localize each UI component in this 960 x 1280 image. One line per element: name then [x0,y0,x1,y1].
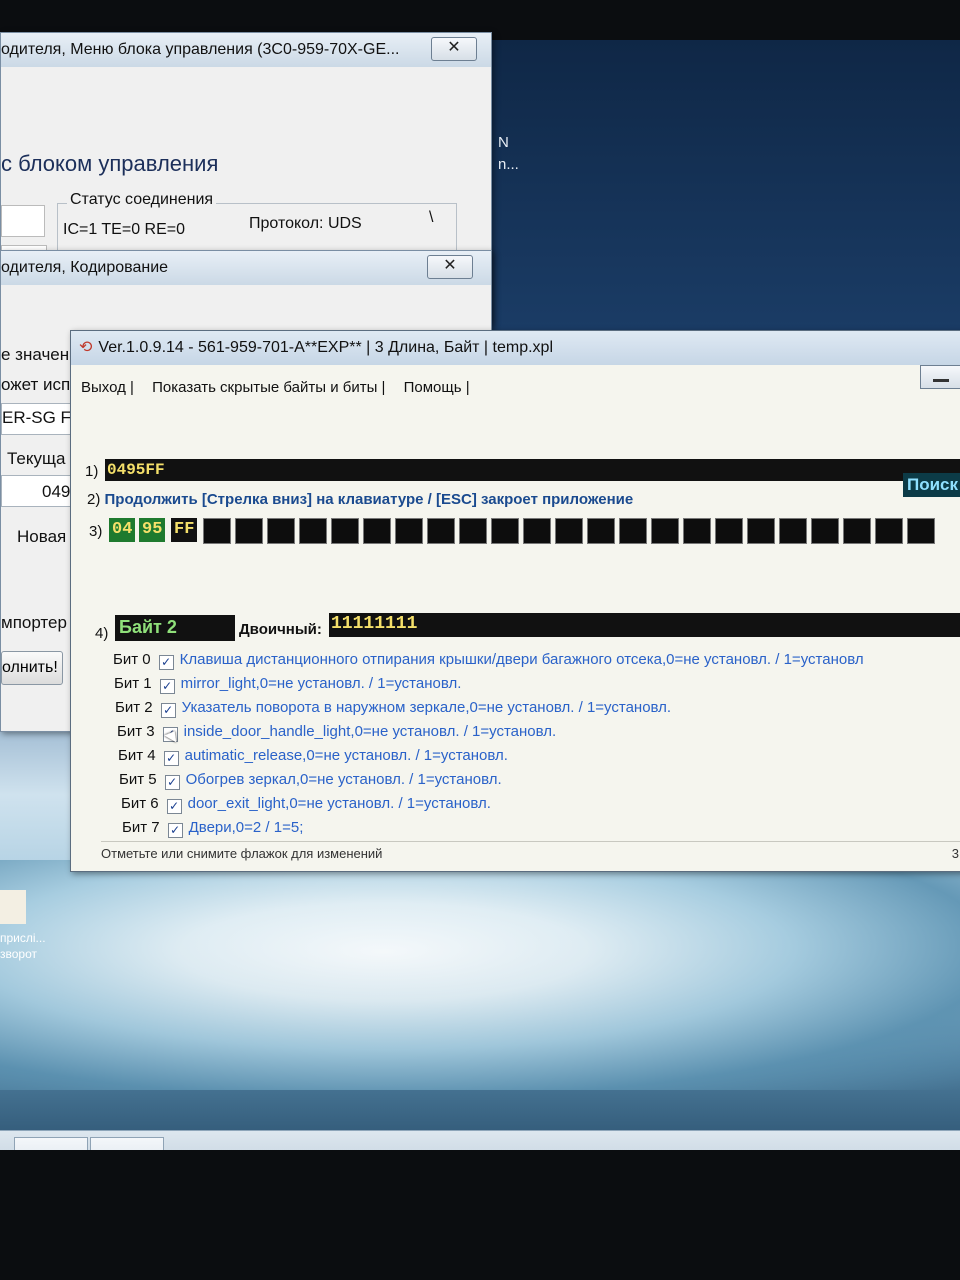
app-icon: ⟲ [116,1146,138,1151]
desktop-partial-text: N n... [498,134,519,173]
section-heading: с блоком управления [1,151,219,176]
connection-status-label: Статус соединения [67,191,217,209]
minimize-icon [933,379,949,382]
bit-row: Бит 6 ✓ door_exit_light,0=не установл. / 1… [121,795,491,814]
document-icon [0,890,26,924]
taskbar-button-app-1[interactable]: ⟲ [14,1137,88,1150]
instruction-text: 2) Продолжить [Стрелка вниз] на клавиату… [87,491,634,508]
current-coding-label: Текуща [7,449,66,468]
taskbar: ⟲ ⟲ [0,1130,960,1150]
empty-byte-cell[interactable] [811,518,839,544]
bit-checkbox[interactable]: ✓ [166,799,182,814]
bit-row: Бит 0 ✓ Клавиша дистанционного отпирания к… [113,651,864,670]
byte-label-field: Байт 2 [115,615,235,641]
empty-byte-cell[interactable] [715,518,743,544]
input-field[interactable] [1,205,45,237]
coding-field: ER-SG F [1,403,73,435]
empty-byte-cell[interactable] [907,518,935,544]
search-button[interactable]: Поиск [903,473,960,497]
empty-byte-cell[interactable] [779,518,807,544]
bit-checkbox[interactable]: ✓ [167,823,183,838]
bit-checkbox[interactable]: ✓ [158,655,174,670]
bit-row: Бит 5 ✓ Обогрев зеркал,0=не установл. / 1=… [119,771,502,790]
row-number: 3) [89,523,103,540]
connection-status-values: IC=1 TE=0 RE=0 [63,221,185,238]
binary-value-field: 11111111 [329,613,960,637]
bit-checkbox[interactable]: ✓ [163,751,179,766]
row-number: 4) [95,625,109,642]
empty-byte-cell[interactable] [651,518,679,544]
app-icon: ⟲ [40,1146,62,1151]
status-counter: 3 [951,846,959,861]
taskbar-button-app-2[interactable]: ⟲ [90,1137,164,1150]
menu-item-help[interactable]: Помощь | [404,379,470,396]
close-button[interactable]: ✕ [431,37,477,61]
binary-label: Двоичный: [239,621,322,638]
close-icon: ✕ [447,39,461,56]
app-icon: ⟲ [79,339,93,356]
desktop-wallpaper-wave [0,860,960,1090]
close-icon: ✕ [443,257,457,274]
bit-row: Бит 4 ✓ autimatic_release,0=не установл. /… [118,747,508,766]
empty-byte-cell[interactable] [363,518,391,544]
new-coding-label: Новая [17,527,67,546]
bit-checkbox[interactable]: ✓ [164,775,180,790]
status-bar: Отметьте или снимите флажок для изменени… [101,841,960,866]
menu-item-exit[interactable]: Выход | [81,379,134,396]
empty-byte-cell[interactable] [875,518,903,544]
empty-byte-cell[interactable] [331,518,359,544]
status-text: Отметьте или снимите флажок для изменени… [101,846,383,861]
minimize-button[interactable] [920,365,960,389]
window-title: одителя, Кодирование [1,251,491,285]
window-title: ⟲ Ver.1.0.9.14 - 561-959-701-A**EXP** | 3… [71,331,960,365]
close-button[interactable]: ✕ [427,255,473,279]
desktop-icon[interactable]: прислі... зворот [0,890,46,962]
menu-bar: Выход | Показать скрытые байты и биты | … [81,379,484,403]
bit-checkbox[interactable]: ✓ [160,703,176,718]
execute-button[interactable]: олнить! [1,651,63,685]
empty-byte-cell[interactable] [427,518,455,544]
empty-byte-cell[interactable] [459,518,487,544]
empty-byte-cell[interactable] [587,518,615,544]
row-number: 1) [85,463,99,480]
empty-byte-cell[interactable] [299,518,327,544]
empty-byte-cell[interactable] [395,518,423,544]
coding-tool-window: ⟲ Ver.1.0.9.14 - 561-959-701-A**EXP** | 3… [70,330,960,872]
byte-cell[interactable]: 95 [139,518,166,542]
byte-cell[interactable]: 04 [109,518,136,542]
protocol-label: Протокол: UDS [249,215,362,232]
menu-item-show-hidden[interactable]: Показать скрытые байты и биты | [152,379,385,396]
empty-byte-cell[interactable] [619,518,647,544]
empty-byte-cell[interactable] [683,518,711,544]
bit-row: Бит 2 ✓ Указатель поворота в наружном зерк… [115,699,672,718]
window-title: одителя, Меню блока управления (3C0-959-… [1,33,491,67]
empty-byte-cell[interactable] [747,518,775,544]
bit-checkbox[interactable]: ✓ [159,679,175,694]
bit-row: Бит 3 ✓ inside_door_handle_light,0=не уста… [117,723,557,742]
empty-byte-cell[interactable] [267,518,295,544]
empty-byte-cell[interactable] [235,518,263,544]
bit-row: Бит 1 ✓ mirror_light,0=не установл. / 1=ус… [114,675,462,694]
desktop-icon-label: зворот [0,947,37,961]
empty-byte-cell[interactable] [491,518,519,544]
coding-string-field[interactable]: 0495FF [105,459,960,481]
empty-byte-cell[interactable] [523,518,551,544]
activity-indicator: \ [429,209,434,226]
empty-byte-cell[interactable] [203,518,231,544]
bit-row: Бит 7 ✓ Двери,0=2 / 1=5; [122,819,304,838]
empty-byte-cell[interactable] [555,518,583,544]
empty-byte-cell[interactable] [843,518,871,544]
byte-cell-selected[interactable]: FF [171,518,198,542]
current-coding-field: 049 [1,475,73,507]
desktop-icon-label: прислі... [0,931,46,945]
